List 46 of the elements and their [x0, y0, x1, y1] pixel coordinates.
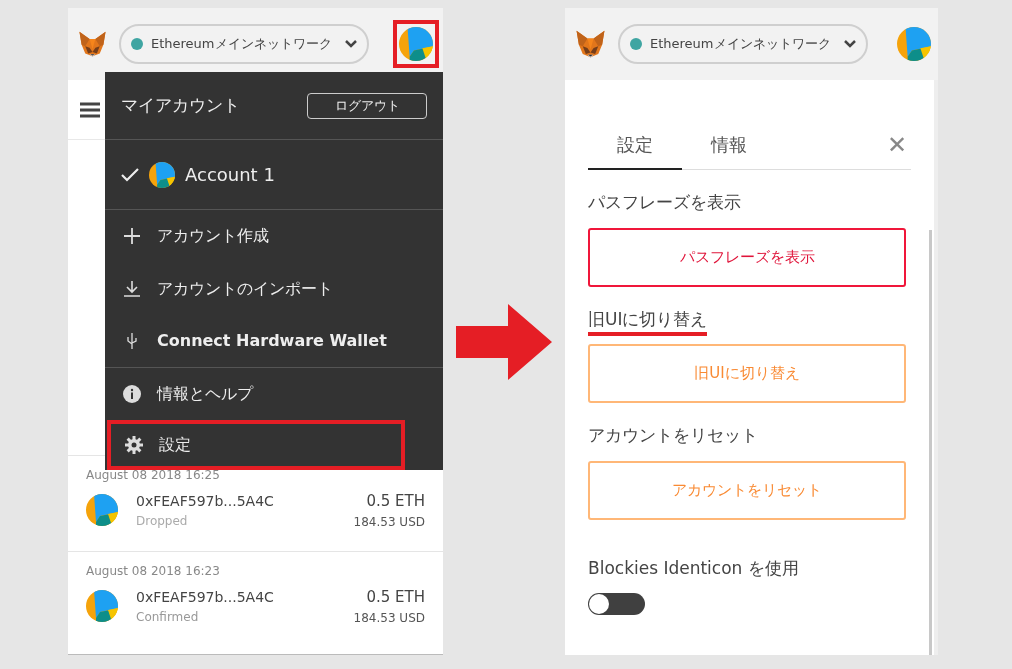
menu-item[interactable]: Connect Hardware Wallet: [105, 314, 443, 368]
info-icon: [123, 384, 141, 403]
plus-icon: [123, 227, 141, 246]
chevron-down-icon: [345, 40, 357, 48]
transaction-fiat: 184.53 USD: [353, 609, 425, 627]
section-title: パスフレーズを表示: [588, 191, 741, 214]
checkmark-icon: [121, 167, 139, 182]
network-selector[interactable]: Ethereumメインネットワーク: [618, 24, 868, 64]
transaction-avatar-icon: [86, 494, 118, 527]
section-title: 旧UIに切り替え: [588, 306, 708, 336]
menu-item[interactable]: アカウントのインポート: [105, 262, 443, 315]
arrow-right-icon: [456, 303, 552, 380]
transaction-date: August 08 2018 16:23: [86, 563, 221, 580]
transaction-row[interactable]: August 08 2018 16:23 0xFEAF597b...5A4C Confirmed 0.5 ETH 184.53 USD: [68, 551, 443, 647]
tab[interactable]: 設定: [588, 120, 682, 170]
usb-icon: [126, 331, 138, 350]
menu-item[interactable]: アカウント作成: [105, 210, 443, 263]
transaction-fiat: 184.53 USD: [353, 513, 425, 531]
network-selector[interactable]: Ethereumメインネットワーク: [119, 24, 369, 64]
logout-button[interactable]: ログアウト: [307, 92, 427, 119]
transaction-address: 0xFEAF597b...5A4C: [136, 491, 275, 511]
transaction-date: August 08 2018 16:25: [86, 467, 221, 484]
close-button[interactable]: ✕: [886, 126, 907, 163]
menu-title: マイアカウント: [121, 93, 241, 117]
section-button[interactable]: パスフレーズを表示: [588, 227, 906, 287]
transaction-amount: 0.5 ETH: [366, 491, 425, 512]
menu-icon[interactable]: [80, 101, 100, 118]
avatar-highlight-frame[interactable]: [393, 20, 439, 68]
account-avatar-icon: [149, 161, 175, 188]
account-item[interactable]: Account 1: [105, 140, 443, 210]
section-title: アカウントをリセット: [588, 424, 758, 447]
transaction-amount: 0.5 ETH: [366, 587, 425, 608]
account-avatar-icon: [897, 27, 931, 61]
settings-icon: [125, 435, 143, 454]
menu-item[interactable]: 設定: [107, 419, 405, 470]
tab[interactable]: 情報: [682, 120, 776, 170]
download-icon: [123, 279, 141, 298]
account-avatar-icon: [399, 27, 433, 61]
transaction-status: Dropped: [136, 512, 189, 530]
transaction-address: 0xFEAF597b...5A4C: [136, 587, 275, 607]
toggle-switch[interactable]: [588, 593, 645, 615]
menu-item[interactable]: 情報とヘルプ: [105, 368, 443, 420]
chevron-down-icon: [844, 40, 856, 48]
toggle-label: Blockies Identicon を使用: [588, 556, 800, 580]
transaction-status: Confirmed: [136, 608, 200, 626]
transaction-avatar-icon: [86, 590, 118, 623]
